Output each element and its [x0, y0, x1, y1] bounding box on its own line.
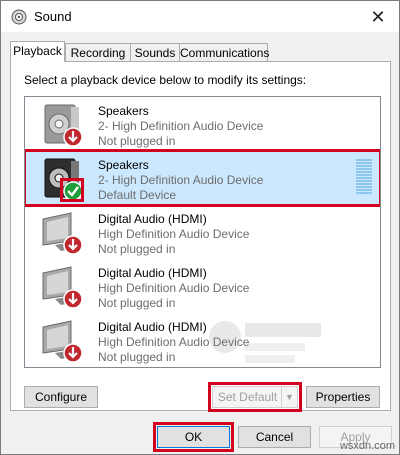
- list-item-device[interactable]: Digital Audio (HDMI) High Definition Aud…: [25, 259, 380, 313]
- set-default-label: Set Default: [217, 390, 278, 404]
- device-status: Not plugged in: [98, 242, 176, 256]
- device-name: Digital Audio (HDMI): [98, 266, 207, 280]
- device-status: Not plugged in: [98, 296, 176, 310]
- red-down-arrow-icon: [63, 235, 83, 255]
- cancel-button[interactable]: Cancel: [238, 426, 311, 448]
- tab-recording[interactable]: Recording: [65, 43, 131, 61]
- list-item-device[interactable]: Speakers 2- High Definition Audio Device…: [25, 97, 380, 151]
- device-status: Not plugged in: [98, 350, 176, 364]
- device-name: Speakers: [98, 158, 149, 172]
- device-status: Not plugged in: [98, 134, 176, 148]
- watermark-logo: [209, 321, 321, 363]
- device-status: Default Device: [98, 188, 177, 202]
- close-button[interactable]: ✕: [363, 5, 393, 29]
- sound-dialog: Sound ✕ Playback Recording Sounds Commun…: [0, 0, 400, 455]
- tab-sounds[interactable]: Sounds: [130, 43, 180, 61]
- list-item-device[interactable]: Digital Audio (HDMI) High Definition Aud…: [25, 313, 380, 367]
- device-list[interactable]: Speakers 2- High Definition Audio Device…: [24, 96, 381, 368]
- list-item-device-selected[interactable]: Speakers 2- High Definition Audio Device…: [25, 149, 380, 207]
- device-description: 2- High Definition Audio Device: [98, 173, 264, 187]
- check-highlight-box: [60, 178, 84, 202]
- device-name: Speakers: [98, 104, 149, 118]
- ok-button[interactable]: OK: [153, 422, 234, 452]
- device-description: 2- High Definition Audio Device: [98, 119, 264, 133]
- dropdown-arrow-icon[interactable]: ▼: [281, 387, 297, 407]
- list-item-device[interactable]: Digital Audio (HDMI) High Definition Aud…: [25, 205, 380, 259]
- red-down-arrow-icon: [63, 289, 83, 309]
- title-bar: Sound ✕: [1, 1, 399, 32]
- device-description: High Definition Audio Device: [98, 227, 250, 241]
- tab-communications[interactable]: Communications: [179, 43, 269, 61]
- instruction-text: Select a playback device below to modify…: [24, 73, 307, 87]
- tab-playback[interactable]: Playback: [10, 41, 65, 62]
- red-down-arrow-icon: [63, 127, 83, 147]
- device-description: High Definition Audio Device: [98, 281, 250, 295]
- playback-panel: Select a playback device below to modify…: [10, 61, 391, 412]
- configure-button[interactable]: Configure: [24, 386, 98, 408]
- window-title: Sound: [34, 9, 72, 24]
- speaker-title-icon: [11, 9, 27, 25]
- device-name: Digital Audio (HDMI): [98, 212, 207, 226]
- watermark-text: wsxdn.com: [339, 440, 395, 452]
- properties-button[interactable]: Properties: [306, 386, 380, 408]
- device-name: Digital Audio (HDMI): [98, 320, 207, 334]
- red-down-arrow-icon: [63, 343, 83, 363]
- set-default-button[interactable]: Set Default ▼: [208, 382, 302, 412]
- volume-level-meter: [356, 159, 372, 197]
